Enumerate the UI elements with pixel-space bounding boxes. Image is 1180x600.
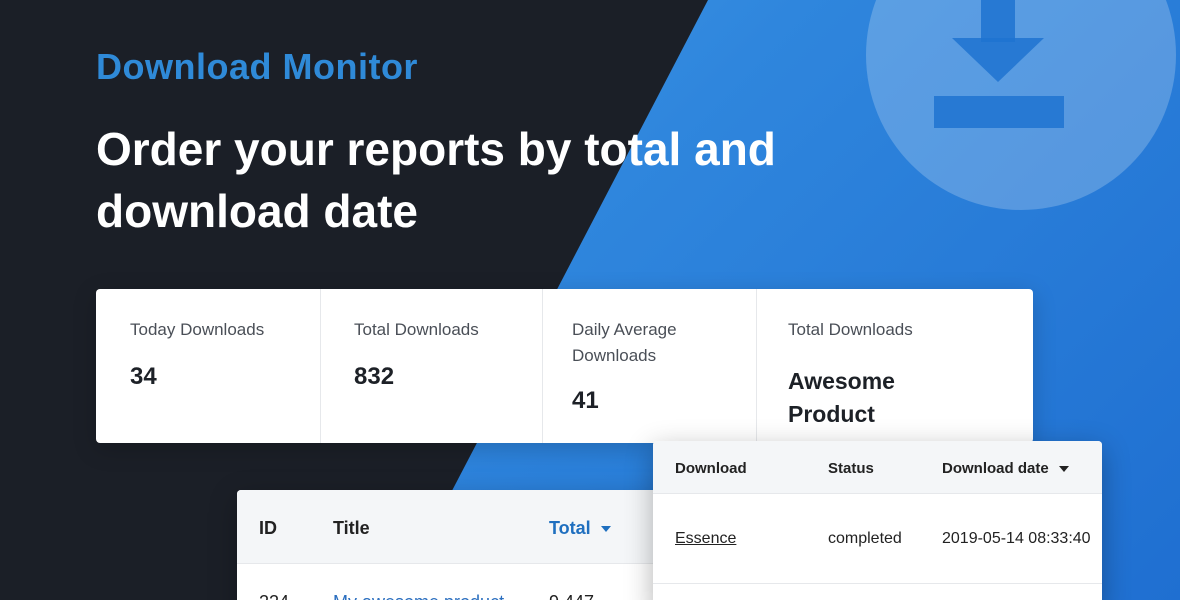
page-headline: Order your reports by total and download…	[96, 123, 776, 237]
row-total: 9,447	[549, 592, 594, 600]
sort-caret-icon	[600, 526, 611, 533]
column-header-date-label: Download date	[942, 460, 1049, 477]
table-row: 224 My awesome product 9,447	[237, 564, 667, 600]
column-header-total-label: Total	[549, 518, 591, 538]
stat-value: 832	[354, 363, 395, 390]
stat-value: Awesome Product	[788, 368, 895, 427]
stats-card: Today Downloads 34 Total Downloads 832 D…	[96, 289, 1033, 443]
table-header: Download Status Download date	[653, 441, 1102, 494]
column-header-download[interactable]: Download	[675, 460, 747, 477]
column-header-id[interactable]: ID	[259, 518, 277, 539]
column-header-status[interactable]: Status	[828, 460, 874, 477]
row-title-link[interactable]: My awesome product	[333, 592, 504, 600]
row-download-link[interactable]: Essence	[675, 530, 736, 548]
table-header: ID Title Total	[237, 490, 667, 564]
stat-label: Today Downloads	[130, 320, 265, 339]
column-header-total-sorted[interactable]: Total	[549, 518, 611, 539]
stat-label: Total Downloads	[354, 320, 479, 339]
stat-total-downloads: Total Downloads 832	[321, 289, 543, 443]
downloads-by-date-table: Download Status Download date Essence co…	[653, 441, 1102, 600]
column-header-title[interactable]: Title	[333, 518, 370, 539]
stat-label: Daily Average Downloads	[572, 320, 677, 365]
download-icon	[934, 0, 1064, 128]
table-row: Essence completed 2019-05-14 08:33:40	[653, 494, 1102, 584]
downloads-by-total-table: ID Title Total 224 My awesome product 9,…	[237, 490, 667, 600]
stat-value: 41	[572, 387, 599, 414]
row-download-date: 2019-05-14 08:33:40	[942, 530, 1091, 547]
stat-value: 34	[130, 363, 157, 390]
brand-title: Download Monitor	[96, 46, 418, 87]
stat-daily-average: Daily Average Downloads 41	[543, 289, 757, 443]
stat-top-product: Total Downloads Awesome Product	[757, 289, 1033, 443]
stat-today-downloads: Today Downloads 34	[96, 289, 321, 443]
sort-caret-icon	[1058, 466, 1069, 473]
row-status: completed	[828, 530, 902, 547]
column-header-date-sorted[interactable]: Download date	[942, 460, 1069, 477]
stat-label: Total Downloads	[788, 320, 913, 339]
row-id: 224	[259, 592, 289, 600]
